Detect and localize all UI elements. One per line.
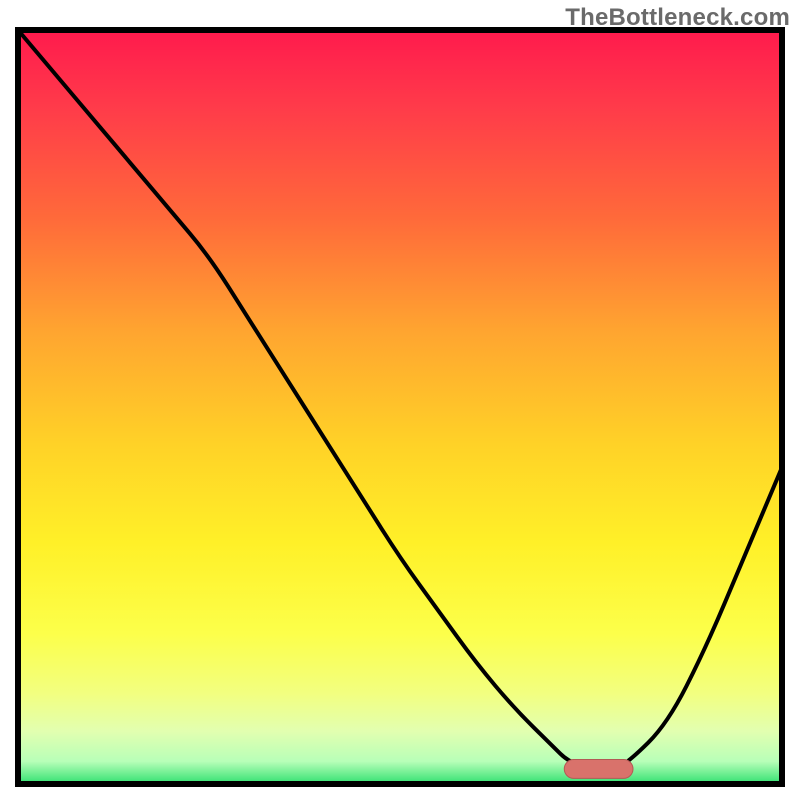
bottleneck-chart bbox=[0, 0, 800, 800]
gradient-background bbox=[18, 30, 782, 784]
watermark-text: TheBottleneck.com bbox=[565, 4, 790, 32]
chart-container: TheBottleneck.com bbox=[0, 0, 800, 800]
pill-marker bbox=[564, 759, 633, 778]
